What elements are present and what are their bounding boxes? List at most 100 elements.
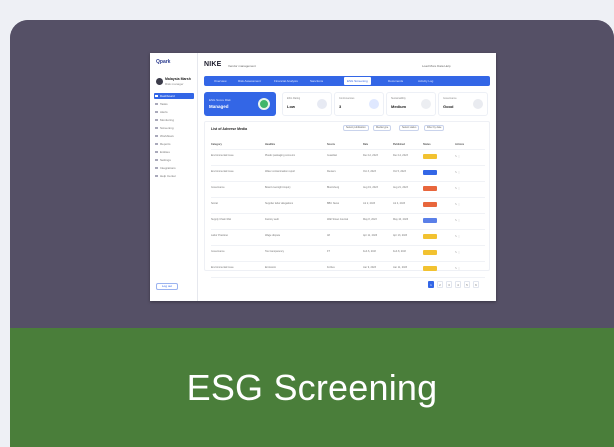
sidebar-item: Help Center	[154, 173, 194, 179]
status-badge	[423, 218, 437, 223]
table-row: Environmental Issue Water contamination r…	[211, 166, 485, 182]
table-cell: Wage dispute	[265, 234, 281, 237]
thumbnail-tab-bar: Overview Risk Assessment Financial Analysi…	[204, 76, 490, 86]
kpi-label: Governance	[443, 97, 457, 100]
kpi-hero-value: Managed	[209, 104, 229, 109]
sidebar-item: Settings	[154, 157, 194, 163]
panel-title: List of Adverse Media	[211, 127, 248, 131]
table-cell: Reuters	[327, 170, 336, 173]
avatar	[156, 78, 163, 85]
table-cell: FT	[327, 250, 331, 253]
table-cell: Apr 11, 2023	[363, 234, 378, 237]
kpi-value: Good	[443, 104, 454, 109]
table-cell: May 8, 2023	[363, 218, 377, 221]
pagination: 123456	[414, 281, 490, 288]
table-cell: Feb 6, 2023	[363, 250, 377, 253]
sidebar-item: Screening	[154, 125, 194, 131]
table-cell: Guardian	[327, 154, 338, 157]
kpi-row: ESG Score Risk Managed ESG Rating Low Cont…	[204, 92, 490, 116]
card-title: ESG Screening	[186, 366, 438, 408]
table-cell: Board oversight inquiry	[265, 186, 291, 189]
status-badge	[423, 250, 437, 255]
status-badge	[423, 234, 437, 239]
column-header: Headline	[265, 143, 276, 146]
brand-name: NIKE	[204, 61, 222, 68]
table-row: Social Supplier labor allegations BBC News…	[211, 198, 485, 214]
table-cell: Bloomberg	[327, 186, 340, 189]
row-actions-icon: ✎ ⋮	[455, 219, 461, 222]
table-cell: Aug 19, 2023	[363, 186, 378, 189]
kpi-card: Sustainability Medium	[386, 92, 436, 116]
table-cell: Governance	[211, 186, 225, 189]
kpi-label: Controversies	[339, 97, 355, 100]
filter-dropdown: Select publication	[343, 125, 369, 131]
table-cell: Water contamination report	[265, 170, 296, 173]
table-cell: Jul 4, 2023	[393, 202, 406, 205]
status-badge	[423, 202, 437, 207]
table-cell: Emissions	[265, 266, 277, 269]
page-button: 6	[473, 281, 479, 288]
kpi-label: ESG Rating	[287, 97, 301, 100]
kpi-label: Sustainability	[391, 97, 406, 100]
table-cell: May 10, 2023	[393, 218, 409, 221]
esg-screening-card[interactable]: Qpark Malaysia Marsh Risk manager Dashbo…	[10, 20, 614, 447]
kpi-icon	[421, 99, 431, 109]
table-row: Labor Practices Wage dispute AP Apr 11, 202…	[211, 230, 485, 246]
adverse-media-table: Category Headline Source Date Published Statu…	[211, 140, 485, 278]
sidebar-item: Workflows	[154, 133, 194, 139]
page-button: 1	[428, 281, 434, 288]
column-header: Published	[393, 143, 405, 146]
sidebar-item: Entities	[154, 149, 194, 155]
tab: Financial Analysis	[274, 79, 298, 83]
screenshot-thumbnail: Qpark Malaysia Marsh Risk manager Dashbo…	[150, 53, 496, 301]
table-cell: Plastic packaging concerns	[265, 154, 296, 157]
table-row: Environmental Issue Emissions Forbes Jan 9,…	[211, 262, 485, 278]
column-header: Actions	[455, 143, 465, 146]
table-cell: Apr 13, 2023	[393, 234, 408, 237]
status-badge	[423, 154, 437, 159]
column-header: Source	[327, 143, 336, 146]
column-header: Category	[211, 143, 222, 146]
table-cell: Dec 14, 2023	[393, 154, 408, 157]
row-actions-icon: ✎ ⋮	[455, 235, 461, 238]
table-row: Governance Board oversight inquiry Bloombe…	[211, 182, 485, 198]
row-actions-icon: ✎ ⋮	[455, 251, 461, 254]
thumbnail-sidebar: Qpark Malaysia Marsh Risk manager Dashbo…	[150, 53, 198, 301]
column-header: Date	[363, 143, 369, 146]
user-name: Malaysia Marsh	[165, 77, 191, 81]
table-cell: Social	[211, 202, 218, 205]
kpi-value: Low	[287, 104, 295, 109]
kpi-icon	[369, 99, 379, 109]
status-badge	[423, 170, 437, 175]
table-cell: Environmental Issue	[211, 266, 234, 269]
top-right-links: Load More Data Help	[422, 64, 451, 68]
sidebar-item: Monitoring	[154, 117, 194, 123]
card-caption[interactable]: ESG Screening	[10, 328, 614, 447]
row-actions-icon: ✎ ⋮	[455, 171, 461, 174]
column-header: Status	[423, 143, 431, 146]
filter-dropdown: Select status	[399, 125, 420, 131]
table-cell: Environmental Issue	[211, 170, 234, 173]
tab: Risk Assessment	[238, 79, 261, 83]
table-header: Category Headline Source Date Published Statu…	[211, 140, 485, 150]
table-cell: Tax transparency	[265, 250, 285, 253]
page-button: 4	[455, 281, 461, 288]
table-cell: Factory audit	[265, 218, 280, 221]
table-cell: Labor Practices	[211, 234, 229, 237]
kpi-icon	[473, 99, 483, 109]
page-button: 3	[446, 281, 452, 288]
sidebar-item: Dashboard	[154, 93, 194, 99]
table-cell: Environmental Issue	[211, 154, 234, 157]
table-cell: Oct 5, 2023	[393, 170, 406, 173]
table-cell: Jul 2, 2023	[363, 202, 376, 205]
tab: Documents	[388, 79, 404, 83]
thumbnail-user: Malaysia Marsh Risk manager	[156, 77, 194, 87]
table-cell: Forbes	[327, 266, 335, 269]
filter-dropdown: Filter by date	[424, 125, 445, 131]
row-actions-icon: ✎ ⋮	[455, 187, 461, 190]
table-cell: Wall Street Journal	[327, 218, 349, 221]
kpi-hero-label: ESG Score Risk	[209, 98, 231, 102]
thumbnail-nav: Dashboard Tasks Alerts Monitoring Screening W…	[154, 93, 194, 181]
kpi-hero-card: ESG Score Risk Managed	[204, 92, 276, 116]
table-cell: Feb 8, 2023	[393, 250, 407, 253]
